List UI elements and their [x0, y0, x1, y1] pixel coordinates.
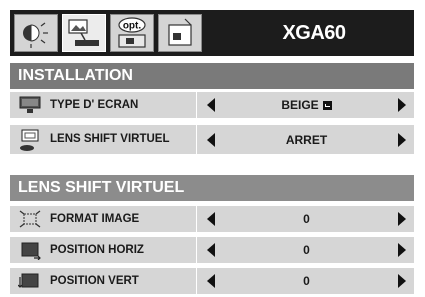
row-label: POSITION HORIZ: [50, 243, 144, 256]
vertical-position-icon: [10, 268, 50, 294]
top-bar: opt. XGA60: [10, 10, 414, 56]
value-field[interactable]: 0: [197, 268, 414, 294]
value-field[interactable]: BEIGE: [197, 92, 414, 118]
options-tab-label: opt.: [123, 21, 142, 32]
lens-shift-icon: [10, 127, 50, 153]
screen-type-value: BEIGE: [281, 98, 319, 112]
increase-arrow-icon[interactable]: [398, 212, 406, 226]
model-name: XGA60: [214, 10, 414, 56]
decrease-arrow-icon[interactable]: [207, 132, 215, 147]
tab-installation[interactable]: [62, 14, 106, 52]
row-label: POSITION VERT: [50, 274, 139, 287]
row-horizontal-position[interactable]: POSITION HORIZ 0: [10, 237, 414, 263]
increase-arrow-icon[interactable]: [398, 132, 406, 147]
horizontal-position-icon: [10, 237, 50, 263]
horizontal-position-value: 0: [303, 243, 310, 257]
row-image-format[interactable]: FORMAT IMAGE 0: [10, 206, 414, 232]
row-screen-type[interactable]: TYPE D' ECRAN BEIGE: [10, 92, 414, 118]
row-label: TYPE D' ECRAN: [50, 98, 139, 111]
lens-shift-title: LENS SHIFT VIRTUEL: [18, 179, 185, 196]
tab-options[interactable]: opt.: [110, 14, 154, 52]
row-lens-shift[interactable]: LENS SHIFT VIRTUEL ARRET: [10, 125, 414, 154]
tab-info[interactable]: [158, 14, 202, 52]
value-with-enter: BEIGE: [281, 98, 332, 112]
installation-title: INSTALLATION: [18, 67, 133, 84]
value-field[interactable]: ARRET: [197, 127, 414, 153]
installation-icon: [68, 19, 99, 46]
row-label: LENS SHIFT VIRTUEL: [50, 133, 170, 145]
info-icon: [168, 18, 192, 46]
options-icon: opt.: [118, 17, 146, 48]
menu-tabs: opt.: [10, 10, 214, 56]
value-field[interactable]: 0: [197, 206, 414, 232]
decrease-arrow-icon[interactable]: [207, 243, 215, 257]
value-field[interactable]: 0: [197, 237, 414, 263]
increase-arrow-icon[interactable]: [398, 274, 406, 288]
enter-icon: [322, 101, 332, 110]
lens-shift-header: LENS SHIFT VIRTUEL: [10, 175, 414, 201]
row-label: FORMAT IMAGE: [50, 212, 140, 225]
increase-arrow-icon[interactable]: [398, 243, 406, 257]
picture-adjust-icon: [23, 22, 48, 48]
decrease-arrow-icon[interactable]: [207, 212, 215, 226]
tab-picture[interactable]: [14, 14, 58, 52]
vertical-position-value: 0: [303, 274, 310, 288]
row-vertical-position[interactable]: POSITION VERT 0: [10, 268, 414, 294]
decrease-arrow-icon[interactable]: [207, 98, 215, 112]
installation-header: INSTALLATION: [10, 63, 414, 89]
decrease-arrow-icon[interactable]: [207, 274, 215, 288]
lens-shift-value: ARRET: [285, 132, 328, 147]
screen-type-icon: [10, 92, 50, 118]
image-format-icon: [10, 206, 50, 232]
increase-arrow-icon[interactable]: [398, 98, 406, 112]
image-format-value: 0: [303, 212, 310, 226]
